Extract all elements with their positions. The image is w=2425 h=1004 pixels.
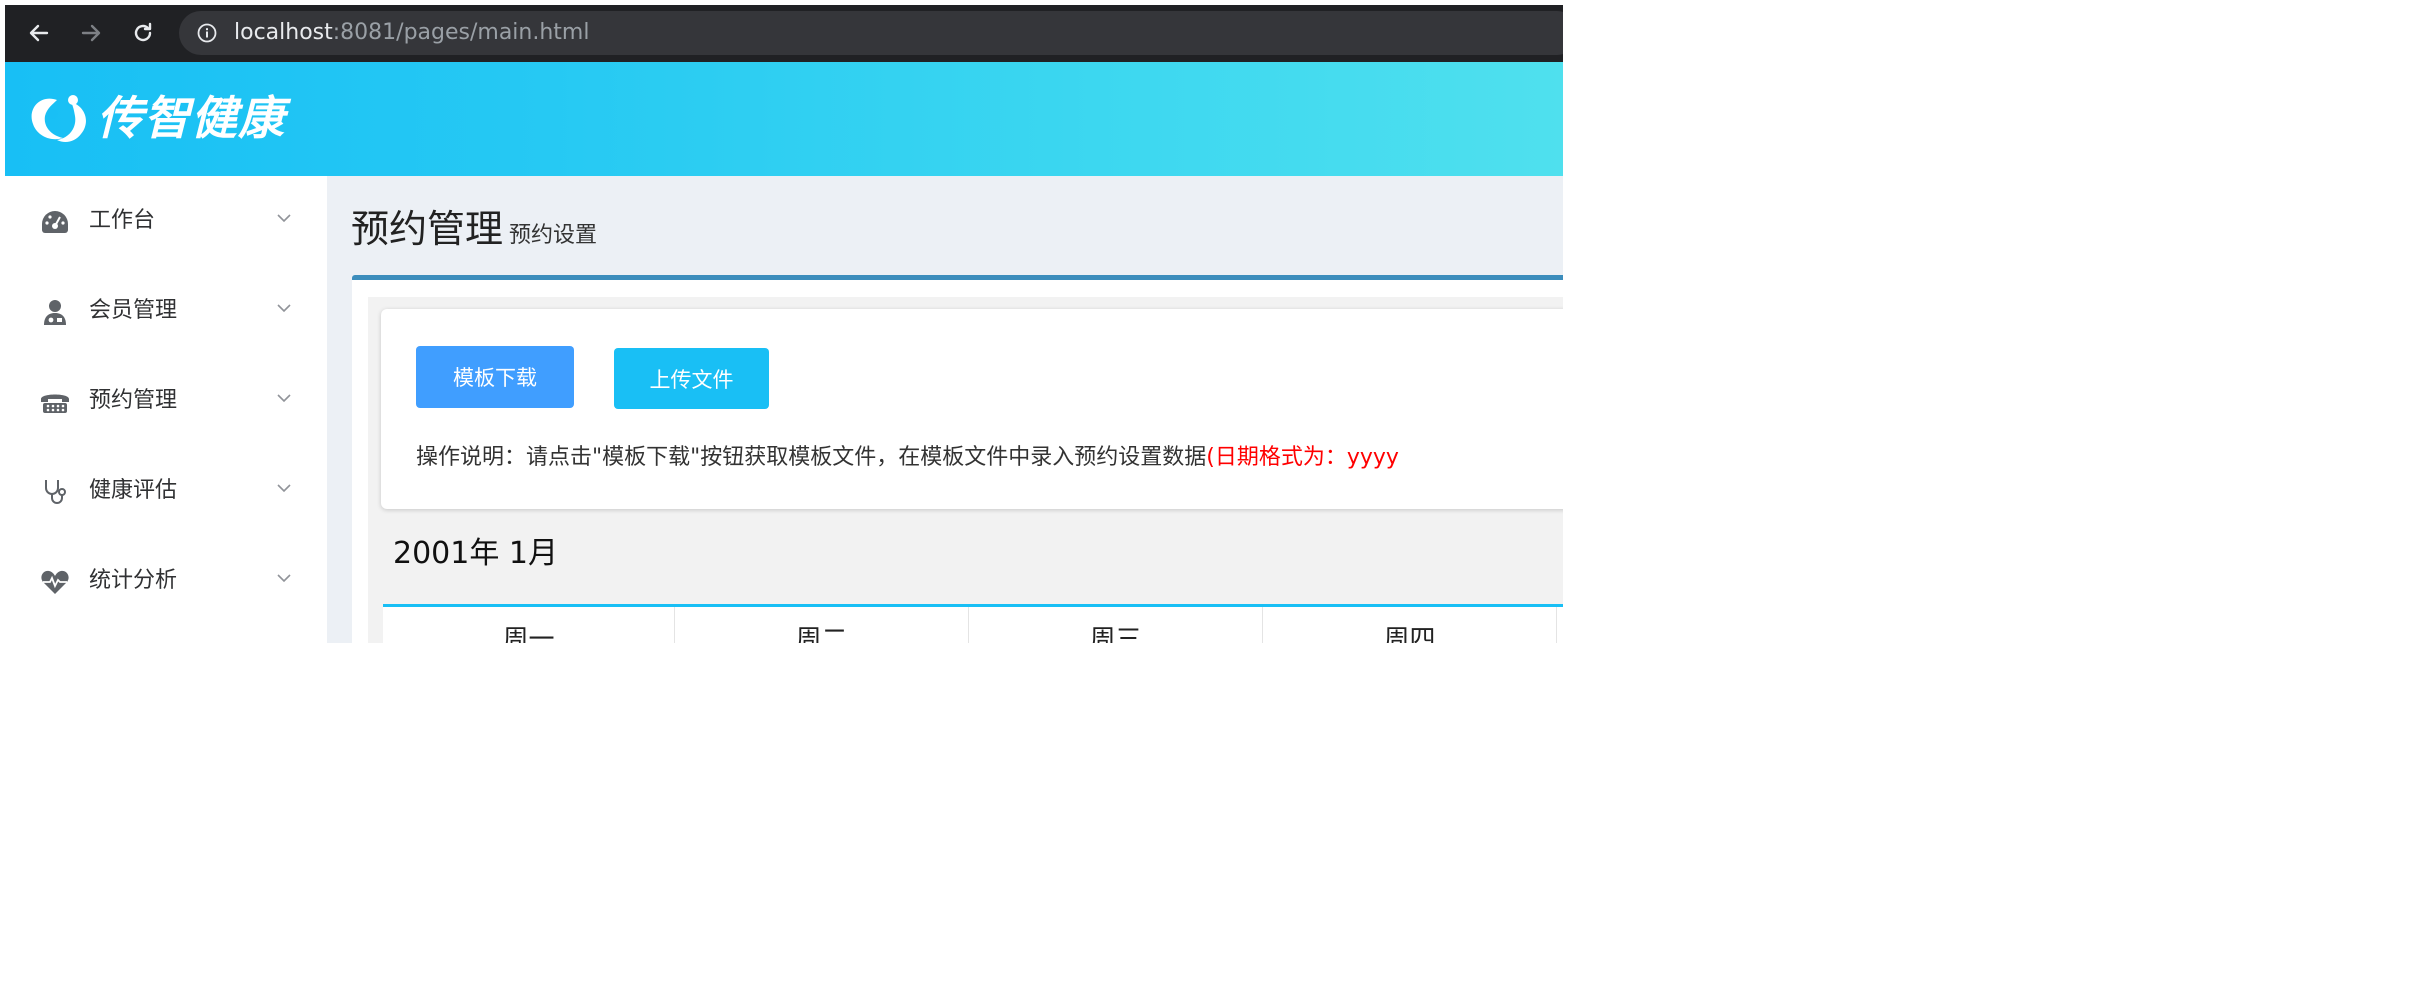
phone-icon: [39, 388, 71, 416]
stethoscope-icon: [39, 478, 71, 506]
dashboard-icon: [39, 208, 71, 236]
app-header: 传智健康: [5, 62, 1563, 176]
calendar-weekday-header: 周四: [1263, 607, 1557, 643]
heartbeat-icon: [39, 568, 71, 596]
screen: localhost:8081/pages/main.html 传智健康 工作台 …: [5, 5, 1563, 643]
page-subtitle: 预约设置: [509, 223, 598, 248]
main-content: 预约管理 预约设置 模板下载 上传文件 操作说明：请点击"模板下载"按钮获取模板文…: [327, 176, 1563, 643]
calendar-weekday-header: 周二: [675, 607, 969, 643]
back-arrow-icon: [29, 24, 49, 42]
page-title-main: 预约管理: [351, 207, 504, 251]
sidebar-item-health-assessment[interactable]: 健康评估: [5, 446, 327, 536]
page-title: 预约管理 预约设置: [351, 206, 597, 252]
content-box: 模板下载 上传文件 操作说明：请点击"模板下载"按钮获取模板文件，在模板文件中录…: [352, 275, 1563, 643]
chevron-down-icon: [277, 394, 291, 403]
sidebar: 工作台 会员管理 预约管理 健康评估 统计分析: [5, 176, 327, 643]
sidebar-item-members[interactable]: 会员管理: [5, 266, 327, 356]
browser-toolbar: localhost:8081/pages/main.html: [5, 5, 1563, 62]
back-button[interactable]: [23, 17, 55, 49]
logo-text: 传智健康: [97, 91, 285, 145]
sidebar-item-workbench[interactable]: 工作台: [5, 176, 327, 266]
logo-icon: [31, 95, 86, 142]
template-download-button[interactable]: 模板下载: [416, 346, 574, 408]
forward-arrow-icon: [81, 24, 101, 42]
sidebar-item-label: 统计分析: [89, 568, 178, 593]
calendar-month-title: 2001年 1月: [393, 536, 558, 571]
info-icon[interactable]: [197, 23, 217, 43]
calendar-weekday-header: 周三: [969, 607, 1263, 643]
instructions-date-format: (日期格式为：yyyy: [1206, 445, 1399, 470]
address-bar[interactable]: localhost:8081/pages/main.html: [179, 11, 1563, 55]
instructions-main: 操作说明：请点击"模板下载"按钮获取模板文件，在模板文件中录入预约设置数据: [416, 445, 1207, 470]
sidebar-item-label: 会员管理: [89, 298, 178, 323]
forward-button[interactable]: [75, 17, 107, 49]
sidebar-item-label: 预约管理: [89, 388, 178, 413]
content-box-inner: 模板下载 上传文件 操作说明：请点击"模板下载"按钮获取模板文件，在模板文件中录…: [368, 297, 1563, 643]
chevron-down-icon: [277, 214, 291, 223]
calendar-weekday-header: 周一: [383, 607, 675, 643]
sidebar-item-appointments[interactable]: 预约管理: [5, 356, 327, 446]
reload-icon: [134, 22, 152, 42]
calendar: 周一 周二 周三 周四: [383, 604, 1563, 643]
url-path: :8081/pages/main.html: [332, 20, 590, 45]
chevron-down-icon: [277, 304, 291, 313]
reload-button[interactable]: [127, 17, 159, 49]
sidebar-item-label: 健康评估: [89, 478, 178, 503]
instructions-text: 操作说明：请点击"模板下载"按钮获取模板文件，在模板文件中录入预约设置数据(日期…: [416, 443, 1399, 473]
member-icon: [39, 298, 71, 326]
sidebar-item-label: 工作台: [89, 208, 156, 233]
url-host: localhost: [234, 20, 333, 45]
sidebar-item-statistics[interactable]: 统计分析: [5, 536, 327, 626]
upload-file-button[interactable]: 上传文件: [614, 348, 769, 409]
chevron-down-icon: [277, 484, 291, 493]
chevron-down-icon: [277, 574, 291, 583]
upload-panel: 模板下载 上传文件 操作说明：请点击"模板下载"按钮获取模板文件，在模板文件中录…: [381, 309, 1563, 509]
url-text[interactable]: localhost:8081/pages/main.html: [234, 20, 589, 46]
